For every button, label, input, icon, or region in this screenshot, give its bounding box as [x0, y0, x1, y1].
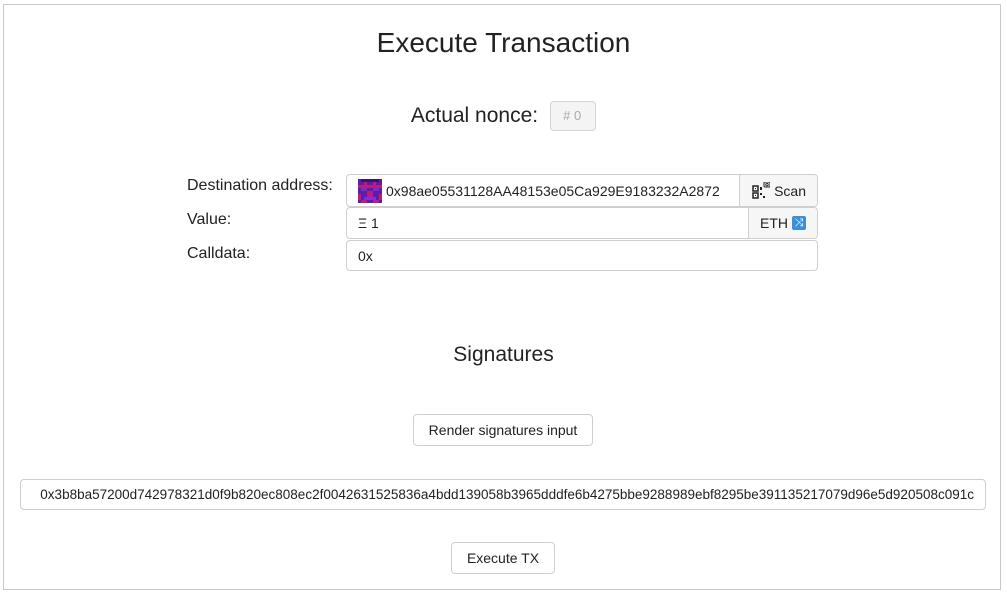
destination-label: Destination address: [187, 177, 333, 194]
nonce-row: Actual nonce: # 0 [0, 100, 1007, 132]
value-amount[interactable]: Ξ 1 [347, 215, 748, 231]
execute-tx-button[interactable]: Execute TX [451, 542, 555, 574]
value-label: Value: [187, 211, 232, 228]
value-field[interactable]: Ξ 1 ETH ⤨ [346, 207, 818, 239]
unit-label: ETH [760, 215, 788, 231]
signatures-title: Signatures [453, 343, 554, 366]
swap-arrows-icon: ⤨ [792, 216, 806, 230]
render-signatures-button[interactable]: Render signatures input [413, 414, 593, 446]
signatures-input[interactable]: 0x3b8ba57200d742978321d0f9b820ec808ec2f0… [20, 479, 986, 510]
calldata-value[interactable]: 0x [347, 248, 817, 264]
signatures-value: 0x3b8ba57200d742978321d0f9b820ec808ec2f0… [40, 487, 974, 502]
unit-toggle-button[interactable]: ETH ⤨ [748, 208, 817, 238]
nonce-input[interactable]: # 0 [550, 101, 597, 131]
scan-label: Scan [774, 182, 806, 199]
nonce-label: Actual nonce: [410, 104, 539, 127]
destination-address-value[interactable]: 0x98ae05531128AA48153e05Ca929E9183232A28… [375, 183, 739, 199]
calldata-field[interactable]: 0x [346, 240, 818, 271]
calldata-label: Calldata: [187, 245, 251, 262]
page-title: Execute Transaction [376, 27, 631, 58]
scan-button[interactable]: Scan [739, 175, 817, 206]
qr-code-camera-icon [752, 181, 771, 200]
destination-field[interactable]: 0x98ae05531128AA48153e05Ca929E9183232A28… [346, 174, 818, 207]
